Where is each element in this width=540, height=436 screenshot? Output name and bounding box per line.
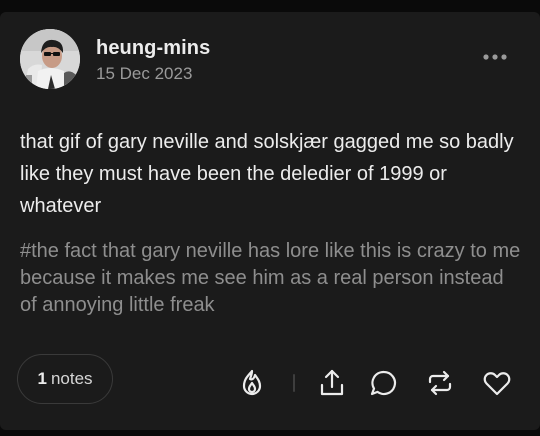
post-date: 15 Dec 2023 — [96, 64, 193, 83]
reblog-icon[interactable] — [424, 367, 456, 399]
share-icon[interactable] — [316, 367, 348, 399]
username[interactable]: heung-mins — [96, 37, 210, 60]
post-tags[interactable]: #the fact that gary neville has lore lik… — [20, 238, 525, 319]
reply-bubble-icon[interactable] — [368, 367, 400, 399]
action-divider — [293, 374, 295, 392]
post-body: that gif of gary neville and solskjær ga… — [20, 131, 514, 217]
notes-button[interactable]: 1 notes — [17, 354, 113, 404]
post-card: heung-mins 15 Dec 2023 that gif of gary … — [0, 12, 540, 430]
avatar[interactable] — [20, 29, 80, 89]
notes-label: notes — [50, 369, 93, 388]
heart-icon[interactable] — [481, 367, 513, 399]
flame-icon[interactable] — [236, 367, 268, 399]
more-horizontal-icon[interactable] — [480, 50, 510, 62]
avatar-image — [20, 29, 80, 89]
notes-count: 1 — [37, 369, 47, 388]
